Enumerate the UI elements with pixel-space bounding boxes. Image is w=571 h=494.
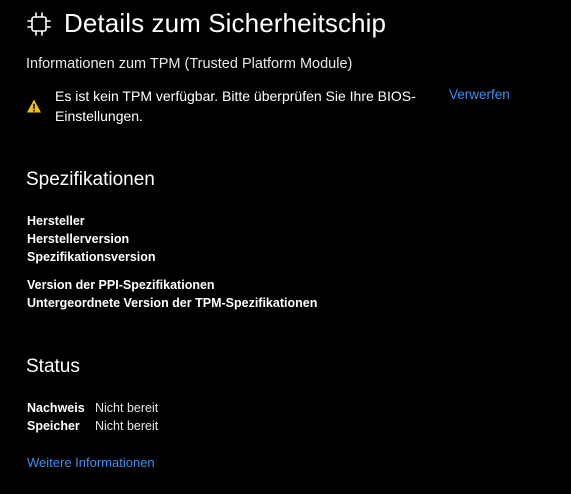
status-label: Nachweis (27, 401, 85, 415)
spec-item-manufacturer-version: Herstellerversion (27, 232, 130, 246)
status-row-storage: Speicher Nicht bereit (27, 417, 158, 435)
dismiss-button[interactable]: Verwerfen (449, 86, 510, 126)
status-value: Nicht bereit (95, 419, 159, 433)
spec-item-specification-version: Spezifikationsversion (27, 250, 156, 264)
spec-item-ppi-version: Version der PPI-Spezifikationen (27, 278, 215, 292)
status-table: Nachweis Nicht bereit Speicher Nicht ber… (27, 399, 158, 435)
spec-item-manufacturer: Hersteller (27, 214, 85, 228)
status-value: Nicht bereit (95, 401, 159, 415)
security-processor-details-page: Details zum Sicherheitschip Informatione… (0, 0, 571, 494)
chip-icon (26, 11, 52, 37)
tpm-warning-banner: Es ist kein TPM verfügbar. Bitte überprü… (26, 86, 546, 126)
warning-icon (26, 98, 42, 114)
status-label: Speicher (27, 419, 80, 433)
more-information-link[interactable]: Weitere Informationen (27, 455, 155, 470)
status-heading: Status (26, 356, 80, 377)
status-row-attestation: Nachweis Nicht bereit (27, 399, 158, 417)
warning-message: Es ist kein TPM verfügbar. Bitte überprü… (55, 88, 416, 124)
specifications-list-secondary: Version der PPI-Spezifikationen Untergeo… (27, 276, 317, 312)
specifications-list-primary: Hersteller Herstellerversion Spezifikati… (27, 212, 156, 266)
specifications-heading: Spezifikationen (26, 169, 155, 190)
title-row: Details zum Sicherheitschip (26, 8, 386, 39)
spec-item-tpm-subversion: Untergeordnete Version der TPM-Spezifika… (27, 296, 318, 310)
page-title: Details zum Sicherheitschip (64, 8, 387, 38)
page-subtitle: Informationen zum TPM (Trusted Platform … (26, 56, 353, 72)
